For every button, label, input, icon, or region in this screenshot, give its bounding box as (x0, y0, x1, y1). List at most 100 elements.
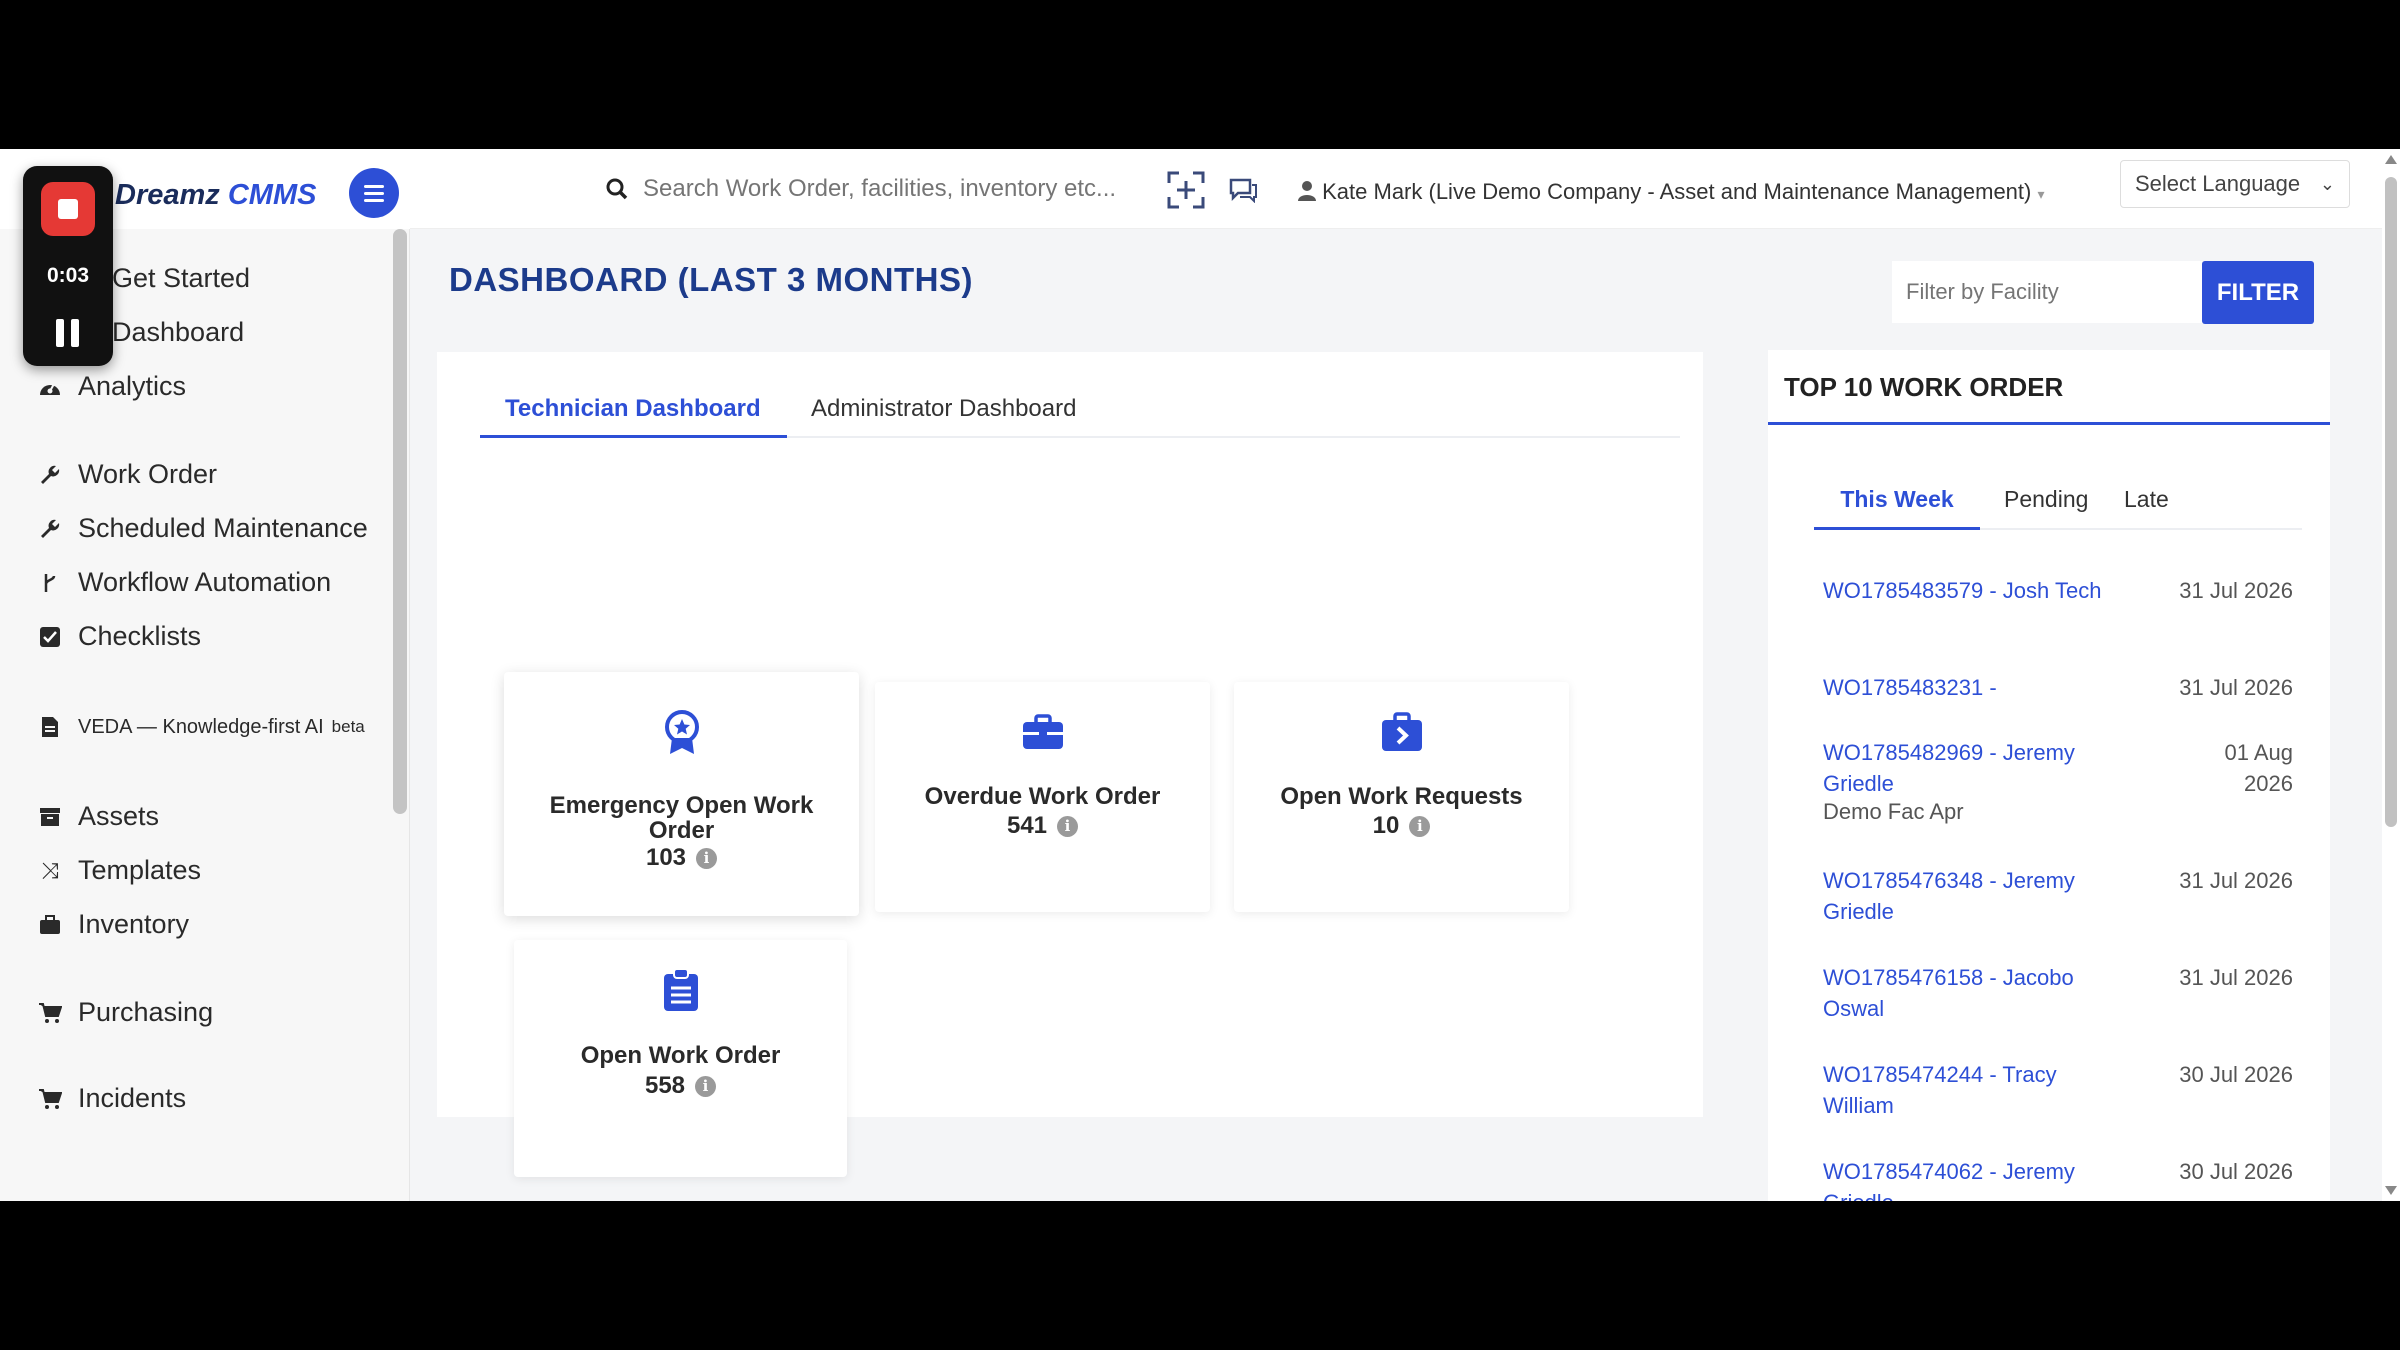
user-name: Kate Mark (Live Demo Company - Asset and… (1322, 179, 2032, 204)
filter-button[interactable]: FILTER (2202, 261, 2314, 324)
sidebar-item-workflow-automation[interactable]: Workflow Automation (38, 567, 331, 598)
sidebar-item-scheduled-maintenance[interactable]: Scheduled Maintenance (38, 513, 368, 544)
search-icon (606, 178, 628, 200)
card-value-row: 103 i (504, 844, 859, 872)
recording-timer: 0:03 (46, 264, 90, 287)
card-overdue-work-order[interactable]: Overdue Work Order 541 i (875, 682, 1210, 912)
sidebar-item-analytics[interactable]: Analytics (38, 371, 186, 402)
facility-filter-input[interactable] (1892, 261, 2202, 323)
stop-icon (58, 199, 78, 219)
work-order-date: 31 Jul 2026 (2179, 868, 2293, 893)
work-order-facility: Demo Fac Apr (1823, 799, 1964, 824)
sidebar-item-purchasing[interactable]: Purchasing (38, 997, 213, 1028)
tab-administrator-dashboard[interactable]: Administrator Dashboard (811, 382, 1076, 438)
hamburger-icon (364, 191, 384, 195)
beta-badge: beta (331, 717, 365, 736)
sidebar-item-work-order[interactable]: Work Order (38, 459, 217, 490)
work-order-link[interactable]: WO1785483231 - (1823, 672, 2113, 703)
language-selected: Select Language (2135, 171, 2301, 196)
work-order-link[interactable]: WO1785474244 - Tracy William (1823, 1059, 2113, 1121)
sidebar-item-inventory[interactable]: Inventory (38, 909, 189, 940)
work-order-link[interactable]: WO1785476348 - Jeremy Griedle (1823, 865, 2113, 927)
tab-late[interactable]: Late (2124, 475, 2169, 530)
card-emergency-open-work-order[interactable]: Emergency Open Work Order 103 i (504, 672, 859, 916)
shuffle-icon: ⤨ (41, 857, 59, 883)
page-scrollbar[interactable] (2382, 149, 2400, 1201)
sidebar-item-checklists[interactable]: Checklists (38, 621, 201, 652)
work-order-link[interactable]: WO1785474062 - Jeremy Griedle (1823, 1156, 2113, 1201)
sidebar-item-label: Checklists (78, 621, 202, 651)
tab-this-week[interactable]: This Week (1814, 475, 1980, 530)
work-order-date: 01 Aug 2026 (2224, 740, 2293, 796)
card-value-row: 541 i (875, 812, 1210, 840)
stop-recording-button[interactable] (41, 182, 95, 236)
sidebar-scrollbar[interactable] (393, 229, 407, 814)
work-order-date: 31 Jul 2026 (2179, 578, 2293, 603)
info-icon[interactable]: i (1057, 815, 1079, 837)
briefcase-icon (38, 913, 62, 937)
pause-icon[interactable] (56, 319, 80, 347)
sidebar-item-label: VEDA — Knowledge-first AI (78, 715, 324, 738)
branch-icon (38, 571, 62, 595)
sidebar-item-label: Incidents (78, 1083, 187, 1113)
search-input[interactable] (643, 175, 1133, 203)
scrollbar-thumb[interactable] (2385, 177, 2397, 827)
work-order-link[interactable]: WO1785482969 - Jeremy Griedle (1823, 737, 2113, 799)
card-open-work-order[interactable]: Open Work Order 558 i (514, 940, 847, 1177)
sidebar-item-assets[interactable]: Assets (38, 801, 159, 832)
scan-qr-icon[interactable] (1165, 169, 1207, 211)
scroll-up-arrow-icon[interactable] (2385, 155, 2397, 164)
brand-name-main: Dreamz (115, 179, 220, 211)
card-label: Open Work Requests (1280, 783, 1523, 810)
sidebar-item-label: Scheduled Maintenance (78, 513, 368, 543)
brand-name-accent: CMMS (227, 179, 317, 211)
sidebar-item-label: Purchasing (78, 997, 214, 1027)
card-value-row: 10 i (1234, 812, 1569, 840)
chevron-down-icon: ▾ (2037, 186, 2045, 202)
info-icon[interactable]: i (1409, 815, 1431, 837)
card-label: Open Work Order (580, 1042, 781, 1069)
archive-icon (38, 805, 62, 829)
cart-icon (38, 1001, 62, 1025)
scroll-down-arrow-icon[interactable] (2385, 1186, 2397, 1195)
tab-pending[interactable]: Pending (2004, 475, 2088, 530)
work-order-date: 31 Jul 2026 (2179, 675, 2293, 700)
request-icon (1234, 712, 1569, 752)
chat-icon[interactable] (1222, 169, 1264, 211)
wrench-icon (38, 463, 62, 487)
sidebar-item-label: Workflow Automation (78, 567, 332, 597)
title-underline (1768, 422, 2330, 425)
sidebar-item-veda[interactable]: VEDA — Knowledge-first AI beta (38, 715, 365, 739)
chevron-down-icon: ⌄ (2319, 173, 2335, 194)
brand-logo[interactable]: Dreamz CMMS (115, 179, 316, 212)
sidebar-item-label: Get Started (112, 263, 251, 293)
award-icon (504, 710, 859, 756)
work-order-date: 30 Jul 2026 (2179, 1159, 2293, 1184)
app-screen: Dreamz CMMS 🚀 Get Started ▦ Dashboard An… (0, 149, 2400, 1201)
page-title: DASHBOARD (LAST 3 MONTHS) (449, 261, 973, 298)
wrench-icon (38, 517, 62, 541)
sidebar-item-label: Assets (78, 801, 160, 831)
user-menu[interactable]: Kate Mark (Live Demo Company - Asset and… (1298, 179, 2045, 205)
info-icon[interactable]: i (696, 847, 718, 869)
sidebar-item-label: Work Order (78, 459, 218, 489)
clipboard-icon (514, 968, 847, 1012)
tab-technician-dashboard[interactable]: Technician Dashboard (480, 382, 787, 438)
sidebar-item-label: Analytics (78, 371, 187, 401)
card-value-row: 558 i (514, 1072, 847, 1100)
cart-icon (38, 1087, 62, 1111)
work-order-link[interactable]: WO1785483579 - Josh Tech (1823, 575, 2113, 606)
card-value: 103 (645, 844, 687, 871)
language-select[interactable]: Select Language ⌄ (2120, 160, 2350, 208)
sidebar-item-incidents[interactable]: Incidents (38, 1083, 186, 1114)
sidebar-item-label: Dashboard (112, 317, 245, 347)
card-open-work-requests[interactable]: Open Work Requests 10 i (1234, 682, 1569, 912)
menu-toggle-button[interactable] (349, 168, 399, 218)
work-order-link[interactable]: WO1785476158 - Jacobo Oswal (1823, 962, 2113, 1024)
toolbox-icon (875, 714, 1210, 750)
sidebar-item-templates[interactable]: ⤨ Templates (38, 855, 201, 886)
top-bar: Kate Mark (Live Demo Company - Asset and… (410, 149, 2382, 229)
info-icon[interactable]: i (695, 1075, 717, 1097)
document-icon (38, 715, 62, 739)
card-value: 10 (1372, 812, 1400, 839)
